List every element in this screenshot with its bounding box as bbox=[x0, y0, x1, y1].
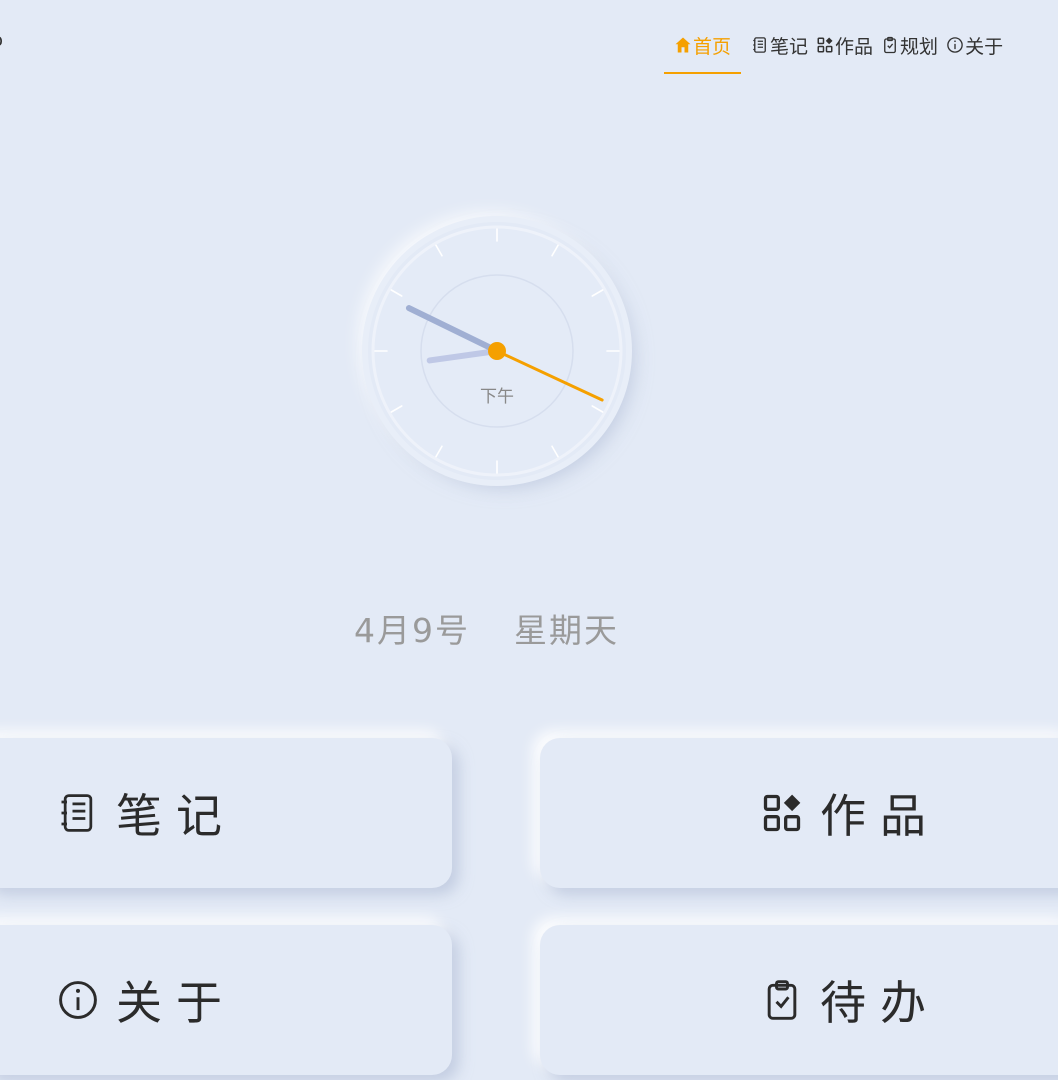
card-content: 待办 bbox=[760, 967, 940, 1033]
card-content: 作品 bbox=[760, 780, 940, 846]
date-weekday: 星期天 bbox=[514, 611, 619, 650]
date-day: 4月9号 bbox=[354, 611, 470, 650]
card-content: 笔记 bbox=[56, 780, 236, 846]
notebook-icon bbox=[753, 37, 766, 53]
card-about[interactable]: 关于 bbox=[0, 925, 452, 1075]
apps-icon bbox=[817, 37, 833, 53]
clock-ampm: 下午 bbox=[480, 387, 514, 407]
nav-item-label: 笔记 bbox=[770, 35, 809, 58]
nav-item-label: 关于 bbox=[965, 35, 1004, 58]
nav-item-label: 作品 bbox=[835, 35, 874, 58]
card-label: 作品 bbox=[820, 789, 940, 843]
info-icon bbox=[947, 37, 963, 53]
clipboard-check-icon bbox=[767, 980, 797, 1020]
nav-item-works[interactable]: 作品 bbox=[816, 28, 873, 62]
card-label: 待办 bbox=[820, 976, 940, 1030]
nav-item-notes[interactable]: 笔记 bbox=[751, 28, 808, 62]
date-display: 4月9号 星期天 bbox=[354, 604, 619, 652]
card-works[interactable]: 作品 bbox=[540, 738, 1058, 888]
site-logo[interactable]: o bbox=[0, 30, 3, 52]
notebook-icon bbox=[61, 794, 93, 832]
card-label: 笔记 bbox=[116, 789, 236, 843]
top-nav: 首页 笔记 作品 规划 关于 bbox=[664, 28, 1011, 74]
nav-item-label: 首页 bbox=[693, 35, 732, 58]
card-todo[interactable]: 待办 bbox=[540, 925, 1058, 1075]
card-label: 关于 bbox=[116, 976, 236, 1030]
home-page: o 首页 笔记 作品 规划 关于 下午 4月9号星期天 笔 bbox=[0, 0, 1058, 1080]
card-content: 关于 bbox=[56, 967, 236, 1033]
clock-center-pin bbox=[488, 342, 506, 360]
clock-face bbox=[371, 225, 623, 477]
nav-item-about[interactable]: 关于 bbox=[946, 28, 1003, 62]
analog-clock: 下午 bbox=[368, 222, 626, 480]
apps-icon bbox=[763, 794, 801, 832]
clipboard-check-icon bbox=[884, 36, 896, 54]
home-icon bbox=[675, 37, 691, 53]
card-notes[interactable]: 笔记 bbox=[0, 738, 452, 888]
nav-item-label: 规划 bbox=[900, 35, 939, 58]
info-icon bbox=[59, 981, 97, 1019]
nav-item-plan[interactable]: 规划 bbox=[881, 28, 938, 62]
nav-item-home[interactable]: 首页 bbox=[664, 28, 742, 74]
